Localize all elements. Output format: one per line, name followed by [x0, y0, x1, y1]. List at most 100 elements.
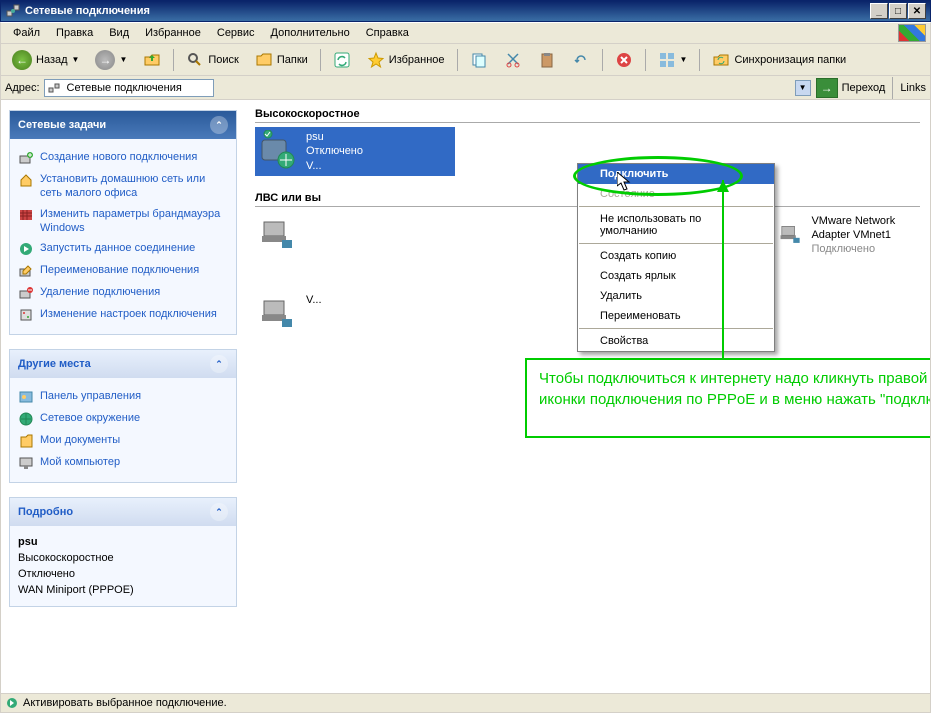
dropdown-icon: ▼: [119, 55, 127, 64]
search-button[interactable]: Поиск: [179, 47, 245, 73]
menu-service[interactable]: Сервис: [209, 25, 263, 41]
views-icon: [658, 51, 676, 69]
dropdown-icon: ▼: [72, 55, 80, 64]
folders-button[interactable]: Папки: [248, 47, 315, 73]
place-control-panel[interactable]: Панель управления: [18, 386, 228, 408]
task-start-connection[interactable]: Запустить данное соединение: [18, 238, 228, 260]
conn-name: VMware Network Adapter VMnet1: [811, 214, 917, 243]
connection-psu[interactable]: psu Отключено V...: [255, 127, 455, 176]
collapse-icon: ⌃: [210, 116, 228, 134]
conn-name: V...: [306, 293, 322, 307]
views-button[interactable]: ▼: [651, 47, 695, 73]
menubar: Файл Правка Вид Избранное Сервис Дополни…: [0, 22, 931, 44]
rename-icon: [18, 263, 34, 279]
place-network[interactable]: Сетевое окружение: [18, 408, 228, 430]
panel-header[interactable]: Сетевые задачи ⌃: [10, 111, 236, 139]
copy-button[interactable]: [463, 47, 495, 73]
menu-view[interactable]: Вид: [101, 25, 137, 41]
connection-lan2[interactable]: V...: [255, 290, 455, 336]
panel-network-tasks: Сетевые задачи ⌃ Создание нового подключ…: [9, 110, 237, 335]
status-text: Активировать выбранное подключение.: [23, 697, 227, 709]
task-home-network[interactable]: Установить домашнюю сеть или сеть малого…: [18, 169, 228, 204]
minimize-button[interactable]: _: [870, 3, 888, 19]
conn-name: psu: [306, 130, 363, 144]
panel-header[interactable]: Другие места ⌃: [10, 350, 236, 378]
detail-name: psu: [18, 534, 228, 550]
menu-file[interactable]: Файл: [5, 25, 48, 41]
collapse-icon: ⌃: [210, 355, 228, 373]
collapse-icon: ⌃: [210, 503, 228, 521]
undo-button[interactable]: [565, 47, 597, 73]
connection-vmnet[interactable]: VMware Network Adapter VMnet1 Подключено: [775, 211, 920, 274]
computer-icon: [18, 455, 34, 471]
task-settings[interactable]: Изменение настроек подключения: [18, 304, 228, 326]
sync-icon: [712, 51, 730, 69]
start-icon: [18, 241, 34, 257]
paste-icon: [538, 51, 556, 69]
task-delete[interactable]: Удаление подключения: [18, 282, 228, 304]
network-folder-icon: [47, 81, 61, 95]
control-panel-icon: [18, 389, 34, 405]
context-menu: Подключить Состояние Не использовать по …: [577, 163, 775, 352]
ctx-shortcut[interactable]: Создать ярлык: [578, 266, 774, 286]
menu-favorites[interactable]: Избранное: [137, 25, 209, 41]
panel-header[interactable]: Подробно ⌃: [10, 498, 236, 526]
close-button[interactable]: ✕: [908, 3, 926, 19]
connection-lan1[interactable]: [255, 211, 400, 274]
lan-icon: [778, 214, 803, 254]
task-firewall[interactable]: Изменить параметры брандмауэра Windows: [18, 204, 228, 239]
window-title: Сетевые подключения: [25, 5, 870, 17]
menu-help[interactable]: Справка: [358, 25, 417, 41]
cut-button[interactable]: [497, 47, 529, 73]
go-button[interactable]: →: [816, 78, 838, 98]
sync-button[interactable]: Синхронизация папки: [705, 47, 853, 73]
ctx-rename[interactable]: Переименовать: [578, 306, 774, 326]
delete-button[interactable]: [608, 47, 640, 73]
address-dropdown[interactable]: ▼: [795, 80, 811, 96]
annotation-text: Чтобы подключиться к интернету надо клик…: [539, 370, 930, 408]
menu-edit[interactable]: Правка: [48, 25, 101, 41]
lan-icon: [258, 293, 298, 333]
ctx-status: Состояние: [578, 184, 774, 204]
documents-icon: [18, 433, 34, 449]
maximize-button[interactable]: □: [889, 3, 907, 19]
address-input[interactable]: [44, 79, 214, 97]
refresh-button[interactable]: [326, 47, 358, 73]
go-label: Переход: [842, 82, 886, 94]
section-highspeed: Высокоскоростное: [255, 108, 920, 123]
ctx-delete[interactable]: Удалить: [578, 286, 774, 306]
cut-icon: [504, 51, 522, 69]
ctx-copy[interactable]: Создать копию: [578, 246, 774, 266]
place-documents[interactable]: Мои документы: [18, 430, 228, 452]
links-label[interactable]: Links: [900, 82, 926, 94]
nav-forward-button[interactable]: → ▼: [88, 46, 134, 74]
back-icon: ←: [12, 50, 32, 70]
task-new-connection[interactable]: Создание нового подключения: [18, 147, 228, 169]
place-computer[interactable]: Мой компьютер: [18, 452, 228, 474]
task-rename[interactable]: Переименование подключения: [18, 260, 228, 282]
sync-label: Синхронизация папки: [734, 54, 846, 66]
content-area: Высокоскоростное psu Отключено V... ЛВС …: [245, 100, 930, 706]
panel-title: Сетевые задачи: [18, 119, 106, 131]
delete-conn-icon: [18, 285, 34, 301]
status-icon: [5, 696, 19, 710]
ctx-notdefault[interactable]: Не использовать по умолчанию: [578, 209, 774, 241]
search-icon: [186, 51, 204, 69]
nav-up-button[interactable]: [136, 47, 168, 73]
paste-button[interactable]: [531, 47, 563, 73]
conn-status: Подключено: [811, 242, 917, 256]
new-conn-icon: [18, 150, 34, 166]
windows-flag-icon: [898, 24, 926, 42]
nav-back-button[interactable]: ← Назад ▼: [5, 46, 86, 74]
conn-device: V...: [306, 159, 363, 173]
firewall-icon: [18, 207, 34, 223]
ctx-connect[interactable]: Подключить: [578, 164, 774, 184]
forward-icon: →: [95, 50, 115, 70]
menu-extra[interactable]: Дополнительно: [263, 25, 358, 41]
titlebar: Сетевые подключения _ □ ✕: [0, 0, 931, 22]
sidebar: Сетевые задачи ⌃ Создание нового подключ…: [1, 100, 245, 706]
favorites-button[interactable]: Избранное: [360, 47, 452, 73]
toolbar: ← Назад ▼ → ▼ Поиск Папки Избранное ▼ Си…: [0, 44, 931, 76]
ctx-properties[interactable]: Свойства: [578, 331, 774, 351]
detail-type: Высокоскоростное: [18, 550, 228, 566]
